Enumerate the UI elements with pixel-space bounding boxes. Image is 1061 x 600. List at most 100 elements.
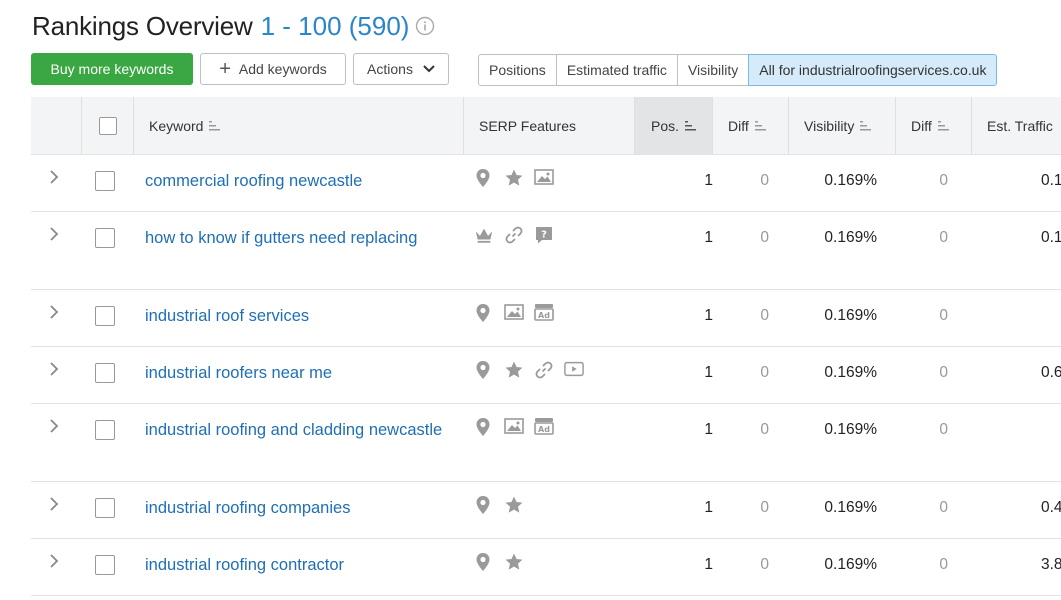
position-diff-value: 0 (760, 307, 769, 324)
segment-visibility[interactable]: Visibility (676, 54, 750, 86)
segment-positions[interactable]: Positions (478, 54, 557, 86)
star-icon (504, 552, 524, 572)
segment-all-for-domain[interactable]: All for industrialroofingservices.co.uk (748, 54, 998, 86)
visibility-diff-value: 0 (939, 556, 948, 573)
pin-icon (474, 303, 494, 323)
toolbar: Buy more keywords + Add keywords Actions… (31, 53, 1061, 86)
pin-icon (474, 495, 494, 515)
row-checkbox[interactable] (95, 306, 115, 326)
row-checkbox[interactable] (95, 555, 115, 575)
chevron-down-icon (423, 65, 435, 73)
buy-button-label: Buy more keywords (50, 61, 174, 77)
chevron-right-icon[interactable] (47, 553, 61, 569)
svg-text:Ad: Ad (538, 311, 550, 320)
rankings-table: Keyword SERP Features Pos. Diff Visibili… (31, 97, 1061, 596)
table-header: Keyword SERP Features Pos. Diff Visibili… (31, 97, 1061, 155)
visibility-value: 0.169% (824, 229, 877, 246)
visibility-value: 0.169% (824, 307, 877, 324)
traffic-value: 0.6 (1041, 364, 1061, 381)
keyword-link[interactable]: how to know if gutters need replacing (145, 226, 455, 251)
question-icon: ? (534, 225, 554, 245)
sort-icon (209, 120, 221, 132)
pos-header-label: Pos. (651, 117, 680, 134)
pos-column-header[interactable]: Pos. (634, 97, 712, 154)
chevron-right-icon[interactable] (47, 226, 61, 242)
row-checkbox[interactable] (95, 498, 115, 518)
position-diff-value: 0 (760, 172, 769, 189)
chevron-right-icon[interactable] (47, 304, 61, 320)
traffic-value: 0.4 (1041, 499, 1061, 516)
view-segmented-control: Positions Estimated traffic Visibility A… (478, 54, 998, 86)
keyword-column-header[interactable]: Keyword (133, 97, 463, 154)
star-icon (504, 168, 524, 188)
row-checkbox[interactable] (95, 228, 115, 248)
image-icon (534, 168, 554, 188)
keyword-link[interactable]: industrial roofing contractor (145, 553, 455, 578)
traffic-column-header[interactable]: Est. Traffic (971, 97, 1061, 154)
keyword-link[interactable]: industrial roof services (145, 304, 455, 329)
page-title: Rankings Overview (32, 10, 253, 41)
keyword-link[interactable]: commercial roofing newcastle (145, 169, 455, 194)
serp-features (474, 552, 524, 572)
serp-features (474, 360, 584, 380)
chevron-right-icon[interactable] (47, 169, 61, 185)
add-keywords-button[interactable]: + Add keywords (200, 53, 346, 85)
expand-column-header (31, 97, 81, 154)
info-icon[interactable] (415, 16, 435, 36)
visibility-diff-value: 0 (939, 421, 948, 438)
image-icon (504, 303, 524, 323)
visibility-value: 0.169% (824, 364, 877, 381)
visibility-value: 0.169% (824, 421, 877, 438)
traffic-header-label: Est. Traffic (987, 117, 1053, 134)
buy-more-keywords-button[interactable]: Buy more keywords (31, 53, 193, 85)
keyword-link[interactable]: industrial roofing and cladding newcastl… (145, 418, 455, 443)
select-all-checkbox[interactable] (98, 116, 117, 135)
svg-text:?: ? (541, 230, 547, 241)
diff2-column-header[interactable]: Diff (895, 97, 971, 154)
svg-text:Ad: Ad (538, 425, 550, 434)
select-all-cell (81, 97, 133, 154)
position-value: 1 (704, 499, 713, 516)
table-row: industrial roofers near me 1 0 0.169% 0 … (31, 347, 1061, 404)
sort-icon (860, 120, 872, 132)
plus-icon: + (219, 58, 231, 80)
results-range: 1 - 100 (590) (260, 10, 410, 41)
traffic-value: 0.1 (1041, 229, 1061, 246)
link-icon (534, 360, 554, 380)
row-checkbox[interactable] (95, 420, 115, 440)
keyword-header-label: Keyword (149, 117, 204, 134)
keyword-link[interactable]: industrial roofers near me (145, 361, 455, 386)
visibility-diff-value: 0 (939, 307, 948, 324)
pin-icon (474, 168, 494, 188)
serp-header-label: SERP Features (479, 117, 577, 134)
row-checkbox[interactable] (95, 363, 115, 383)
chevron-right-icon[interactable] (47, 418, 61, 434)
diff-column-header[interactable]: Diff (712, 97, 788, 154)
keyword-link[interactable]: industrial roofing companies (145, 496, 455, 521)
table-row: industrial roofing contractor 1 0 0.169%… (31, 539, 1061, 596)
table-row: industrial roofing and cladding newcastl… (31, 404, 1061, 482)
star-icon (504, 495, 524, 515)
serp-features (474, 495, 524, 515)
table-body: commercial roofing newcastle 1 0 0.169% … (31, 155, 1061, 596)
chevron-right-icon[interactable] (47, 361, 61, 377)
visibility-value: 0.169% (824, 499, 877, 516)
row-checkbox[interactable] (95, 171, 115, 191)
chevron-right-icon[interactable] (47, 496, 61, 512)
position-diff-value: 0 (760, 364, 769, 381)
table-row: commercial roofing newcastle 1 0 0.169% … (31, 155, 1061, 212)
position-value: 1 (704, 364, 713, 381)
pin-icon (474, 552, 494, 572)
position-value: 1 (704, 421, 713, 438)
ad-icon: Ad (534, 417, 554, 437)
visibility-header-label: Visibility (804, 117, 855, 134)
serp-features-column-header[interactable]: SERP Features (463, 97, 634, 154)
sort-icon (685, 120, 697, 132)
serp-features: Ad (474, 417, 554, 437)
pin-icon (474, 360, 494, 380)
segment-estimated-traffic[interactable]: Estimated traffic (555, 54, 678, 86)
table-row: industrial roof services Ad 1 0 0.169% 0 (31, 290, 1061, 347)
table-row: industrial roofing companies 1 0 0.169% … (31, 482, 1061, 539)
visibility-column-header[interactable]: Visibility (788, 97, 895, 154)
actions-dropdown[interactable]: Actions (353, 53, 449, 85)
